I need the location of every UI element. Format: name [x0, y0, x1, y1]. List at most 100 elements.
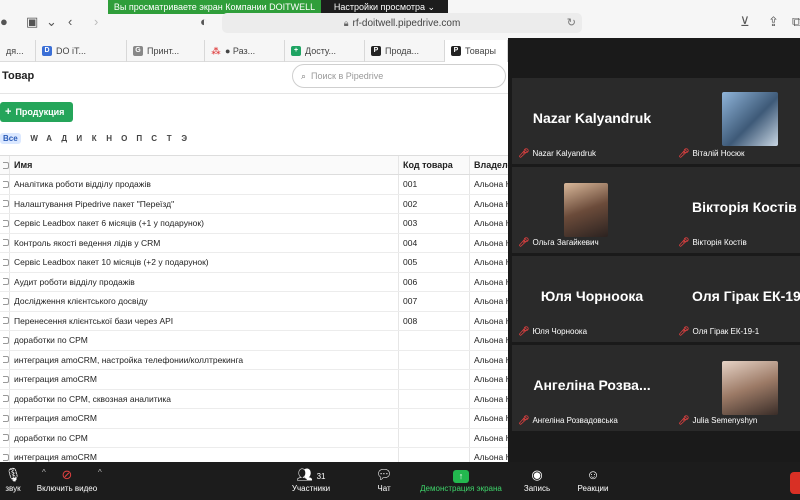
participants-button[interactable]: 👥︎ 31 Участники [286, 466, 336, 493]
chevron-down-icon[interactable]: ⌄ [46, 14, 57, 30]
product-name[interactable]: Дослідження клієнтського досвіду [10, 292, 399, 311]
alpha-filter-all[interactable]: Все [0, 132, 21, 144]
table-row[interactable]: Аналітика роботи відділу продажів 001 Альо… [0, 175, 508, 195]
tab-1[interactable]: дя... [0, 40, 36, 62]
row-checkbox[interactable] [0, 311, 10, 330]
share-screen-button[interactable]: ↑ Демонстрация экрана [414, 466, 508, 493]
tab-2[interactable]: D DO iT... [36, 40, 127, 62]
tab-6[interactable]: P Прода... [365, 40, 445, 62]
product-name[interactable]: доработки по CPM, сквозная аналитика [10, 389, 399, 408]
table-row[interactable]: Дослідження клієнтського досвіду 007 Альон… [0, 292, 508, 312]
table-row[interactable]: Аудит роботи відділу продажів 006 Альона Н [0, 272, 508, 292]
forward-icon[interactable]: › [94, 14, 98, 29]
participant-tile[interactable]: Nazar Kalyandruk 🎤︎ Nazar Kalyandruk [512, 78, 672, 164]
product-name[interactable]: доработки по CPM [10, 428, 399, 447]
row-checkbox[interactable] [0, 214, 10, 233]
table-row[interactable]: доработки по CPM Альона Н [0, 428, 508, 448]
product-name[interactable]: интеграция amoCRM [10, 448, 399, 462]
record-button[interactable]: ◉ Запись [520, 466, 554, 493]
table-row[interactable]: интеграция amoCRM Альона Н [0, 370, 508, 390]
participant-tile[interactable]: 🎤︎ Ольга Загайкевич [512, 167, 672, 253]
table-row[interactable]: Сервіс Leadbox пакет 10 місяців (+2 у по… [0, 253, 508, 273]
table-row[interactable]: Перенесення клієнтської бази через API 00… [0, 311, 508, 331]
row-checkbox[interactable] [0, 331, 10, 350]
tab-5[interactable]: + Досту... [285, 40, 365, 62]
add-product-button[interactable]: + Продукция [0, 102, 73, 122]
row-checkbox[interactable] [0, 428, 10, 447]
table-row[interactable]: Налаштування Pipedrive пакет "Переїзд" 00… [0, 194, 508, 214]
alpha-filter-letter[interactable]: Э [177, 134, 192, 143]
product-name[interactable]: Контроль якості ведення лідів у CRM [10, 233, 399, 252]
tab-3[interactable]: G Принт... [127, 40, 205, 62]
alpha-filter-letter[interactable]: К [87, 134, 102, 143]
tab-products[interactable]: P Товары [445, 40, 508, 62]
participant-tile[interactable]: Вікторія Костів 🎤︎ Вікторія Костів [672, 167, 800, 253]
alpha-filter-letter[interactable]: W [27, 134, 42, 143]
row-checkbox[interactable] [0, 175, 10, 194]
audio-button[interactable]: 🎙︎ звук [0, 466, 26, 493]
asana-favicon-icon: ⁂ [211, 46, 221, 56]
alpha-filter-letter[interactable]: Д [57, 134, 72, 143]
sidebar-toggle-icon[interactable]: ▣ [26, 14, 38, 30]
product-name[interactable]: интеграция amoCRM [10, 409, 399, 428]
product-name[interactable]: Аналітика роботи відділу продажів [10, 175, 399, 194]
alpha-filter-letter[interactable]: Т [162, 134, 177, 143]
row-checkbox[interactable] [0, 370, 10, 389]
share-icon[interactable]: ⇪ [768, 14, 779, 30]
participant-tile[interactable]: Юля Чорноока 🎤︎ Юля Чорноока [512, 256, 672, 342]
alpha-filter-letter[interactable]: А [42, 134, 57, 143]
table-row[interactable]: Сервіс Leadbox пакет 6 місяців (+1 у под… [0, 214, 508, 234]
start-video-button[interactable]: ⊘ Включить видео [34, 466, 100, 493]
column-owner[interactable]: Владелец [470, 156, 508, 174]
chat-button[interactable]: 💬︎ Чат [370, 466, 398, 493]
reload-icon[interactable]: ↻ [567, 16, 576, 29]
select-all-checkbox[interactable] [0, 156, 10, 174]
table-row[interactable]: интеграция amoCRM Альона Н [0, 448, 508, 462]
product-name[interactable]: интеграция amoCRM [10, 370, 399, 389]
participant-tile[interactable]: Оля Гірак ЕК-19-1 🎤︎Оля Гірак ЕК-19-1 [672, 256, 800, 342]
participant-tile[interactable]: 🎤︎ Julia Semenyshyn [672, 345, 800, 431]
product-name[interactable]: интеграция amoCRM, настройка телефонии/к… [10, 350, 399, 369]
table-row[interactable]: интеграция amoCRM, настройка телефонии/к… [0, 350, 508, 370]
table-row[interactable]: доработки по CPM, сквозная аналитика Альо… [0, 389, 508, 409]
product-name[interactable]: доработки по CPM [10, 331, 399, 350]
participant-tile[interactable]: 🎤︎ Віталій Носюк [672, 78, 800, 164]
table-row[interactable]: Контроль якості ведення лідів у CRM 004 Ал… [0, 233, 508, 253]
reactions-button[interactable]: ☺ Реакции [574, 466, 612, 493]
row-checkbox[interactable] [0, 389, 10, 408]
product-name[interactable]: Аудит роботи відділу продажів [10, 272, 399, 291]
reactions-icon: ☺ [586, 467, 600, 482]
row-checkbox[interactable] [0, 448, 10, 462]
column-name[interactable]: Имя [10, 156, 399, 174]
product-name[interactable]: Перенесення клієнтської бази через API [10, 311, 399, 330]
end-meeting-button[interactable] [790, 472, 800, 494]
doitwell-favicon-icon: D [42, 46, 52, 56]
row-checkbox[interactable] [0, 233, 10, 252]
product-name[interactable]: Сервіс Leadbox пакет 10 місяців (+2 у по… [10, 253, 399, 272]
row-checkbox[interactable] [0, 292, 10, 311]
product-name[interactable]: Сервіс Leadbox пакет 6 місяців (+1 у под… [10, 214, 399, 233]
column-code[interactable]: Код товара [399, 156, 470, 174]
tab-4[interactable]: ⁂ ● Раз... [205, 40, 285, 62]
tabs-overview-icon[interactable]: ⧉ [792, 14, 800, 30]
product-name[interactable]: Налаштування Pipedrive пакет "Переїзд" [10, 194, 399, 213]
alpha-filter-letter[interactable]: И [72, 134, 87, 143]
download-icon[interactable]: ⊻ [740, 14, 750, 30]
address-bar[interactable]: 🔒︎ rf-doitwell.pipedrive.com ↻ [222, 13, 582, 33]
row-checkbox[interactable] [0, 409, 10, 428]
row-checkbox[interactable] [0, 194, 10, 213]
table-row[interactable]: интеграция amoCRM Альона Н [0, 409, 508, 429]
table-row[interactable]: доработки по CPM Альона Н [0, 331, 508, 351]
back-icon[interactable]: ‹ [68, 14, 72, 29]
alpha-filter-letter[interactable]: П [132, 134, 147, 143]
row-checkbox[interactable] [0, 272, 10, 291]
participant-tile[interactable]: Ангеліна Розва... 🎤︎ Ангеліна Розвадовська [512, 345, 672, 431]
alpha-filter-letter[interactable]: С [147, 134, 162, 143]
chevron-up-icon[interactable]: ^ [98, 468, 102, 477]
search-input[interactable]: ⌕ Поиск в Pipedrive [292, 64, 506, 88]
view-settings-button[interactable]: Настройки просмотра ⌄ [321, 0, 448, 14]
alpha-filter-letter[interactable]: Н [102, 134, 117, 143]
row-checkbox[interactable] [0, 253, 10, 272]
row-checkbox[interactable] [0, 350, 10, 369]
alpha-filter-letter[interactable]: О [117, 134, 132, 143]
